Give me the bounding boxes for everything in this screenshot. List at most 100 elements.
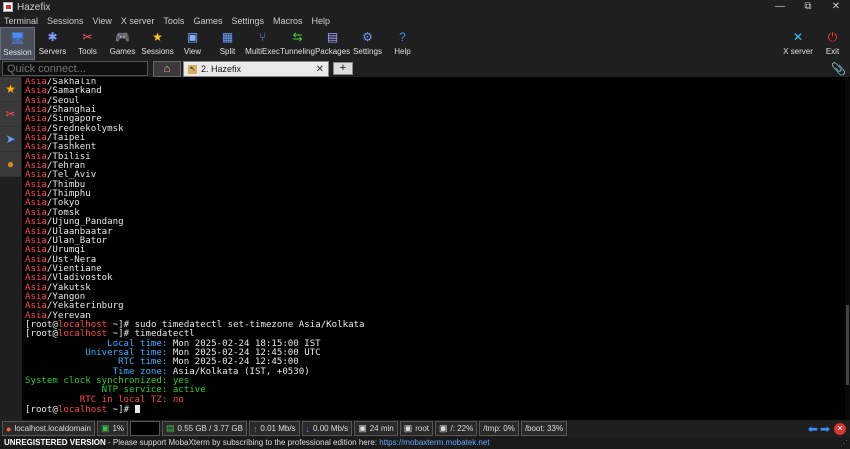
cpu-graph [130, 421, 161, 436]
close-tab-icon[interactable]: ✕ [316, 64, 324, 75]
quick-connect-input[interactable] [2, 61, 148, 76]
terminal-line: Asia/Seoul [25, 95, 80, 106]
games-button[interactable]: 🎮 Games [105, 27, 140, 60]
scrollbar-thumb[interactable] [846, 305, 849, 385]
games-icon: 🎮 [115, 30, 130, 44]
info-value: Asia/Kolkata (IST, +0530) [172, 366, 310, 377]
sidebar-send-button[interactable]: ➤ [0, 127, 21, 152]
servers-button[interactable]: ✱ Servers [35, 27, 70, 60]
split-button[interactable]: ▦ Split [210, 27, 245, 60]
menu-item-sessions[interactable]: Sessions [47, 16, 84, 26]
power-icon: ⏻ [827, 30, 838, 44]
status-disk-boot: /boot: 33% [520, 421, 568, 436]
menu-item-games[interactable]: Games [193, 16, 222, 26]
arrow-left-icon[interactable]: ⬅ [808, 422, 818, 436]
sidebar-macro-button[interactable]: ● [0, 152, 21, 177]
toolbar-label: Games [109, 47, 136, 56]
toolbar-label: Sessions [141, 47, 174, 56]
window-title: Hazefix [17, 1, 51, 13]
tools-icon: ✂ [82, 30, 93, 44]
tools-button[interactable]: ✂ Tools [70, 27, 105, 60]
packages-button[interactable]: ▤ Packages [315, 27, 350, 60]
view-icon: ▣ [186, 30, 199, 44]
prompt-user: root [30, 405, 53, 416]
sidebar-tools-button[interactable]: ✂ [0, 102, 21, 127]
arrow-right-icon[interactable]: ➡ [820, 422, 830, 436]
toolbar-label: X server [783, 47, 813, 56]
multiexec-icon: ⑂ [258, 30, 267, 44]
terminal-line: Asia/Ust-Nera [25, 254, 97, 265]
exit-button[interactable]: ⏻ Exit [815, 27, 850, 60]
settings-button[interactable]: ⚙ Settings [350, 27, 385, 60]
info-key: RTC in local TZ [25, 394, 162, 405]
session-icon: 🖥 [9, 31, 26, 45]
star-icon: ★ [5, 82, 16, 96]
minimize-button[interactable]: — [766, 0, 794, 14]
view-button[interactable]: ▣ View [175, 27, 210, 60]
unregistered-banner: UNREGISTERED VERSION - Please support Mo… [0, 437, 850, 449]
menu-item-tools[interactable]: Tools [163, 16, 184, 26]
cpu-icon: ▣ [100, 423, 110, 433]
status-user: ▣ root [399, 421, 434, 436]
terminal-line: Asia/Tokyo [25, 198, 80, 209]
title-bar: Hazefix — ⧉ ✕ [0, 0, 850, 14]
attach-icon[interactable]: 📎 [831, 62, 846, 76]
menu-item-macros[interactable]: Macros [273, 16, 303, 26]
banner-message: - Please support MobaXterm by subscribin… [105, 438, 380, 447]
terminal-line: Asia/Tomsk [25, 207, 80, 218]
status-download: ↓ 0.00 Mb/s [301, 421, 353, 436]
status-disk-tmp: /tmp: 0% [479, 421, 519, 436]
terminal-line: Asia/Yangon [25, 291, 86, 302]
terminal-tab-icon: ↖ [188, 64, 197, 74]
home-tab[interactable]: ⌂ [153, 61, 181, 77]
close-session-icon[interactable]: ✕ [834, 423, 846, 435]
new-tab-button[interactable]: + [333, 62, 353, 75]
sidebar-star-button[interactable]: ★ [0, 77, 21, 102]
x-server-button[interactable]: ✕ X server [780, 27, 816, 60]
terminal-line: Asia/Urumqi [25, 245, 86, 256]
help-button[interactable]: ? Help [385, 27, 420, 60]
user-icon: ▣ [403, 423, 413, 433]
toolbar-label: Servers [38, 47, 67, 56]
menu-item-help[interactable]: Help [312, 16, 331, 26]
gear-icon: ⚙ [362, 30, 373, 44]
unregistered-label: UNREGISTERED VERSION [4, 438, 106, 447]
tab-hazefix[interactable]: ↖ 2. Hazefix ✕ [183, 61, 329, 77]
servers-icon: ✱ [47, 30, 58, 44]
terminal-line: Asia/Vladivostok [25, 273, 113, 284]
status-memory: ▤ 0.55 GB / 3.77 GB [162, 421, 247, 436]
app-icon [3, 2, 13, 12]
terminal-line: Asia/Singapore [25, 114, 102, 125]
tab-row: ⌂ ↖ 2. Hazefix ✕ + 📎 [0, 60, 850, 77]
menu-item-x-server[interactable]: X server [121, 16, 155, 26]
terminal-line: Asia/Thimphu [25, 189, 91, 200]
resize-grip-icon[interactable]: ⋰ [840, 439, 848, 448]
terminal-line: Asia/Tel_Aviv [25, 170, 97, 181]
tunneling-button[interactable]: ⇆ Tunneling [280, 27, 315, 60]
terminal-line: Asia/Shanghai [25, 105, 97, 116]
status-host[interactable]: ● localhost.localdomain [2, 421, 95, 436]
sessions-button[interactable]: ★ Sessions [140, 27, 175, 60]
subscribe-link[interactable]: https://mobaxterm.mobatek.net [379, 438, 489, 447]
menu-item-terminal[interactable]: Terminal [4, 16, 38, 26]
multiexec-button[interactable]: ⑂ MultiExec [245, 27, 280, 60]
star-icon: ★ [152, 30, 163, 44]
terminal-output[interactable]: Asia/Sakhalin Asia/Samarkand Asia/Seoul Asi… [23, 78, 845, 420]
toolbar-label: Help [394, 47, 411, 56]
upload-icon: ↑ [252, 423, 258, 434]
terminal-line: [root@localhost ~]# [25, 405, 845, 416]
terminal-line: Asia/Samarkand [25, 86, 102, 97]
menu-item-view[interactable]: View [93, 16, 112, 26]
left-sidebar: ★ ✂ ➤ ● [0, 77, 22, 420]
xserver-icon: ✕ [792, 30, 804, 44]
maximize-button[interactable]: ⧉ [794, 0, 822, 14]
memory-icon: ▤ [166, 423, 175, 433]
terminal-line: Asia/Ulan_Bator [25, 235, 108, 246]
prompt-host: localhost [57, 405, 108, 416]
toolbar-label: Tools [78, 47, 97, 56]
close-button[interactable]: ✕ [822, 0, 850, 14]
session-button[interactable]: 🖥 Session [0, 27, 35, 60]
status-upload: ↑ 0.01 Mb/s [248, 421, 300, 436]
menu-item-settings[interactable]: Settings [231, 16, 264, 26]
terminal-line: Asia/Taipei [25, 133, 86, 144]
